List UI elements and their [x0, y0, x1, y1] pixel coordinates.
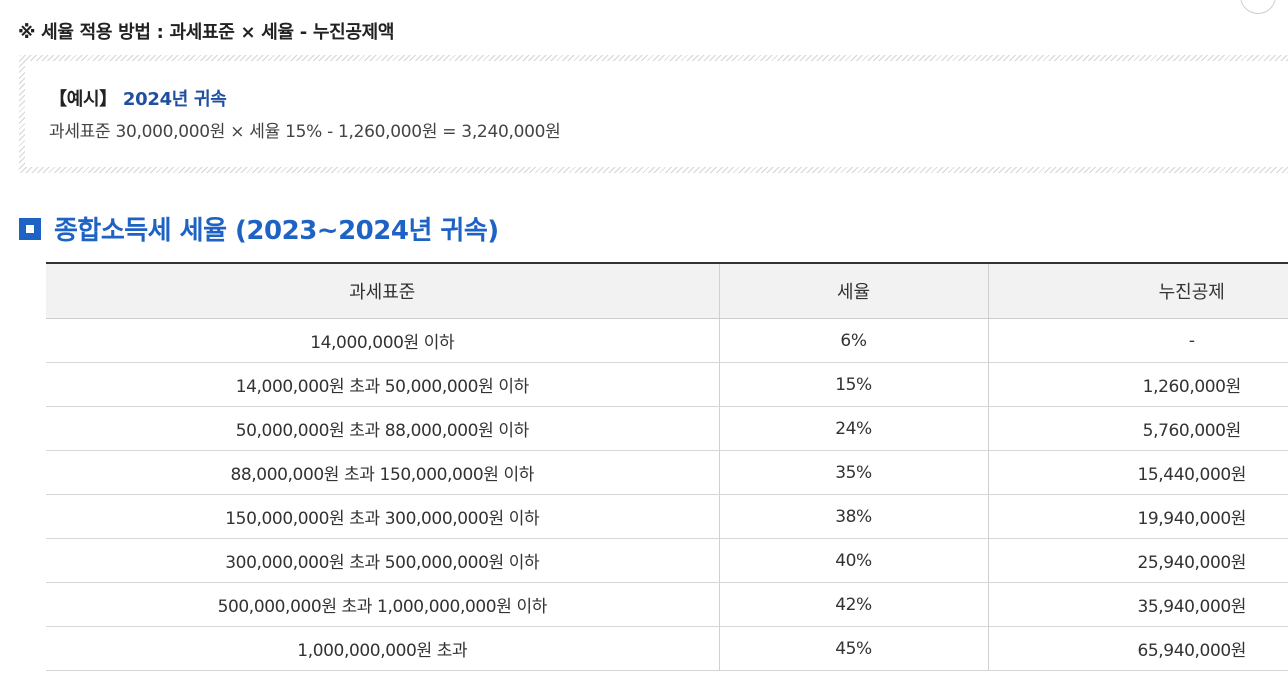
tax-rate-table: 과세표준 세율 누진공제 14,000,000원 이하 6% - 14,000,… — [46, 262, 1288, 671]
cell-tax-rate: 35% — [718, 450, 988, 495]
example-calculation: 과세표준 30,000,000원 × 세율 15% - 1,260,000원 =… — [49, 122, 561, 142]
cell-deduction: 5,760,000원 — [987, 406, 1288, 451]
table-row: 1,000,000,000원 초과 45% 65,940,000원 — [46, 626, 1288, 671]
table-row: 14,000,000원 초과 50,000,000원 이하 15% 1,260,… — [46, 362, 1288, 407]
cell-deduction: - — [987, 318, 1288, 363]
table-row: 150,000,000원 초과 300,000,000원 이하 38% 19,9… — [46, 494, 1288, 539]
table-row: 88,000,000원 초과 150,000,000원 이하 35% 15,44… — [46, 450, 1288, 495]
cell-tax-base: 300,000,000원 초과 500,000,000원 이하 — [46, 538, 719, 583]
cell-tax-base: 500,000,000원 초과 1,000,000,000원 이하 — [46, 582, 719, 627]
cell-tax-base: 50,000,000원 초과 88,000,000원 이하 — [46, 406, 719, 451]
example-bracket: 【예시】 — [49, 89, 117, 110]
cell-tax-rate: 38% — [718, 494, 988, 539]
cell-tax-rate: 45% — [718, 626, 988, 671]
example-box-inner: 【예시】 2024년 귀속 과세표준 30,000,000원 × 세율 15% … — [25, 61, 1288, 167]
cell-tax-base: 150,000,000원 초과 300,000,000원 이하 — [46, 494, 719, 539]
table-row: 50,000,000원 초과 88,000,000원 이하 24% 5,760,… — [46, 406, 1288, 451]
table-row: 300,000,000원 초과 500,000,000원 이하 40% 25,9… — [46, 538, 1288, 583]
square-bullet-icon — [19, 217, 41, 240]
cell-deduction: 35,940,000원 — [987, 582, 1288, 627]
cell-deduction: 19,940,000원 — [987, 494, 1288, 539]
example-title: 【예시】 2024년 귀속 — [49, 85, 1288, 111]
cell-tax-base: 88,000,000원 초과 150,000,000원 이하 — [46, 450, 719, 495]
example-year: 2024년 귀속 — [122, 89, 227, 110]
cell-tax-rate: 24% — [718, 406, 988, 451]
cell-deduction: 15,440,000원 — [987, 450, 1288, 495]
section-heading: 종합소득세 세율 (2023~2024년 귀속) — [19, 210, 499, 247]
cell-deduction: 25,940,000원 — [987, 538, 1288, 583]
cell-tax-rate: 40% — [718, 538, 988, 583]
cell-tax-rate: 15% — [718, 362, 988, 407]
cell-tax-base: 1,000,000,000원 초과 — [46, 626, 719, 671]
cell-deduction: 1,260,000원 — [987, 362, 1288, 407]
header-progressive-deduction: 누진공제 — [987, 263, 1288, 319]
table-row: 500,000,000원 초과 1,000,000,000원 이하 42% 35… — [46, 582, 1288, 627]
cell-tax-rate: 6% — [718, 318, 988, 363]
example-box: 【예시】 2024년 귀속 과세표준 30,000,000원 × 세율 15% … — [19, 55, 1288, 173]
header-tax-base: 과세표준 — [46, 263, 719, 319]
top-circle-button[interactable] — [1240, 0, 1276, 14]
cell-tax-base: 14,000,000원 초과 50,000,000원 이하 — [46, 362, 719, 407]
page: ※ 세율 적용 방법 : 과세표준 × 세율 - 누진공제액 【예시】 2024… — [0, 0, 1288, 674]
header-tax-rate: 세율 — [718, 263, 988, 319]
table-row: 14,000,000원 이하 6% - — [46, 318, 1288, 363]
cell-deduction: 65,940,000원 — [987, 626, 1288, 671]
table-header-row: 과세표준 세율 누진공제 — [46, 263, 1288, 319]
cell-tax-rate: 42% — [718, 582, 988, 627]
cell-tax-base: 14,000,000원 이하 — [46, 318, 719, 363]
section-title: 종합소득세 세율 (2023~2024년 귀속) — [54, 216, 499, 246]
tax-formula-note: ※ 세율 적용 방법 : 과세표준 × 세율 - 누진공제액 — [18, 22, 395, 43]
